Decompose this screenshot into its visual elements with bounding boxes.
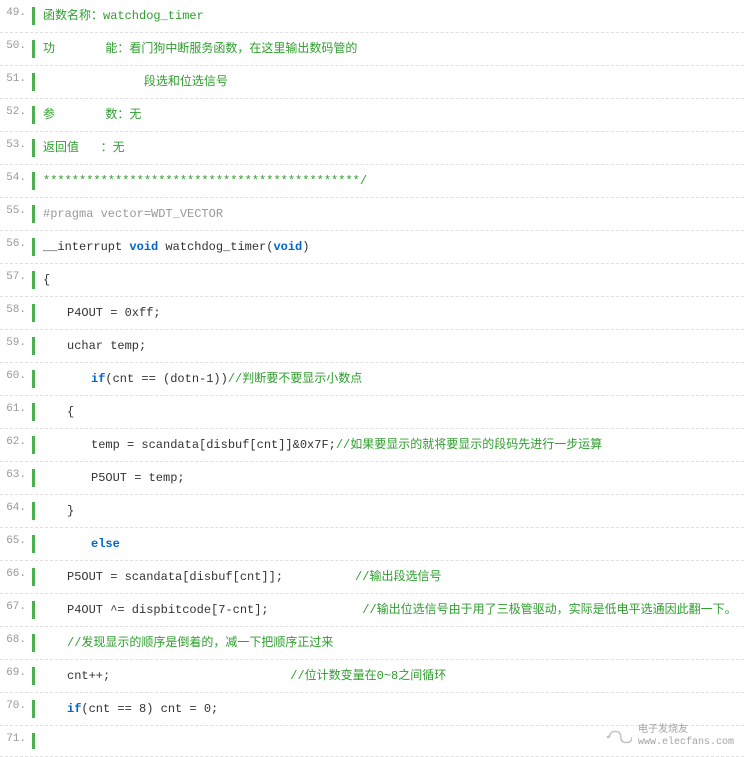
line-content: {	[43, 403, 744, 421]
line-content: __interrupt void watchdog_timer(void)	[43, 238, 744, 256]
line-content: #pragma vector=WDT_VECTOR	[43, 205, 744, 223]
line-marker	[32, 667, 35, 685]
line-number: 71.	[0, 733, 32, 745]
line-content: 段选和位选信号	[43, 73, 744, 91]
code-line: 60. if(cnt == (dotn-1))//判断要不要显示小数点	[0, 363, 744, 396]
line-number: 54.	[0, 172, 32, 184]
line-number: 55.	[0, 205, 32, 217]
watermark: 电子发烧友 www.elecfans.com	[604, 725, 734, 749]
line-content: P4OUT = 0xff;	[43, 304, 744, 322]
line-marker	[32, 205, 35, 223]
line-marker	[32, 271, 35, 289]
line-content: 功 能：看门狗中断服务函数，在这里输出数码管的	[43, 40, 744, 58]
line-number: 63.	[0, 469, 32, 481]
line-number: 57.	[0, 271, 32, 283]
code-line: 62. temp = scandata[disbuf[cnt]]&0x7F;//如…	[0, 429, 744, 462]
line-marker	[32, 106, 35, 124]
line-number: 56.	[0, 238, 32, 250]
line-content: uchar temp;	[43, 337, 744, 355]
code-line: 53. 返回值 ：无	[0, 132, 744, 165]
code-line: 65. else	[0, 528, 744, 561]
line-marker	[32, 337, 35, 355]
code-line: 66. P5OUT = scandata[disbuf[cnt]]; //输出段选…	[0, 561, 744, 594]
code-line: 57. {	[0, 264, 744, 297]
line-number: 70.	[0, 700, 32, 712]
line-marker	[32, 700, 35, 718]
line-number: 51.	[0, 73, 32, 85]
line-number: 66.	[0, 568, 32, 580]
line-marker	[32, 535, 35, 553]
line-number: 52.	[0, 106, 32, 118]
line-marker	[32, 733, 35, 749]
line-content: ****************************************…	[43, 172, 744, 190]
code-line: 49. 函数名称：watchdog_timer	[0, 0, 744, 33]
line-marker	[32, 7, 35, 25]
code-line: 50. 功 能：看门狗中断服务函数，在这里输出数码管的	[0, 33, 744, 66]
line-marker	[32, 568, 35, 586]
line-marker	[32, 40, 35, 58]
line-marker	[32, 634, 35, 652]
code-line: 63. P5OUT = temp;	[0, 462, 744, 495]
line-number: 68.	[0, 634, 32, 646]
code-line: 68. //发现显示的顺序是倒着的，减一下把顺序正过来	[0, 627, 744, 660]
line-number: 53.	[0, 139, 32, 151]
line-marker	[32, 469, 35, 487]
line-content: temp = scandata[disbuf[cnt]]&0x7F;//如果要显…	[43, 436, 744, 454]
line-content: }	[43, 502, 744, 520]
code-line: 54. *************************************…	[0, 165, 744, 198]
code-line: 70. if(cnt == 8) cnt = 0;	[0, 693, 744, 726]
line-content: 返回值 ：无	[43, 139, 744, 157]
line-number: 64.	[0, 502, 32, 514]
watermark-url: www.elecfans.com	[638, 737, 734, 749]
line-number: 62.	[0, 436, 32, 448]
code-line: 61. {	[0, 396, 744, 429]
line-marker	[32, 139, 35, 157]
line-marker	[32, 370, 35, 388]
line-number: 50.	[0, 40, 32, 52]
line-content: 函数名称：watchdog_timer	[43, 7, 744, 25]
line-marker	[32, 502, 35, 520]
line-content: if(cnt == 8) cnt = 0;	[43, 700, 744, 718]
code-line: 55. #pragma vector=WDT_VECTOR	[0, 198, 744, 231]
line-number: 67.	[0, 601, 32, 613]
code-line: 69. cnt++; //位计数变量在0~8之间循环	[0, 660, 744, 693]
line-marker	[32, 403, 35, 421]
line-marker	[32, 436, 35, 454]
line-content: P4OUT ^= dispbitcode[7-cnt]; //输出位选信号由于用…	[43, 601, 744, 619]
code-line: 67. P4OUT ^= dispbitcode[7-cnt]; //输出位选信号…	[0, 594, 744, 627]
line-content: cnt++; //位计数变量在0~8之间循环	[43, 667, 744, 685]
code-line: 58. P4OUT = 0xff;	[0, 297, 744, 330]
code-line: 52. 参 数：无	[0, 99, 744, 132]
line-marker	[32, 73, 35, 91]
watermark-title: 电子发烧友	[638, 725, 734, 737]
line-content: if(cnt == (dotn-1))//判断要不要显示小数点	[43, 370, 744, 388]
line-number: 60.	[0, 370, 32, 382]
line-content: P5OUT = scandata[disbuf[cnt]]; //输出段选信号	[43, 568, 744, 586]
line-marker	[32, 238, 35, 256]
line-marker	[32, 172, 35, 190]
line-number: 65.	[0, 535, 32, 547]
watermark-logo-icon	[604, 727, 632, 747]
code-block: 49. 函数名称：watchdog_timer 50. 功 能：看门狗中断服务函数，在…	[0, 0, 744, 757]
line-content: //发现显示的顺序是倒着的，减一下把顺序正过来	[43, 634, 744, 652]
line-number: 58.	[0, 304, 32, 316]
line-content: {	[43, 271, 744, 289]
line-content: else	[43, 535, 744, 553]
code-line: 59. uchar temp;	[0, 330, 744, 363]
code-line: 51. 段选和位选信号	[0, 66, 744, 99]
line-marker	[32, 304, 35, 322]
line-number: 69.	[0, 667, 32, 679]
line-number: 59.	[0, 337, 32, 349]
line-content: 参 数：无	[43, 106, 744, 124]
code-line: 56. __interrupt void watchdog_timer(void)	[0, 231, 744, 264]
code-line: 64.}	[0, 495, 744, 528]
line-number: 49.	[0, 7, 32, 19]
line-number: 61.	[0, 403, 32, 415]
line-content: P5OUT = temp;	[43, 469, 744, 487]
line-marker	[32, 601, 35, 619]
